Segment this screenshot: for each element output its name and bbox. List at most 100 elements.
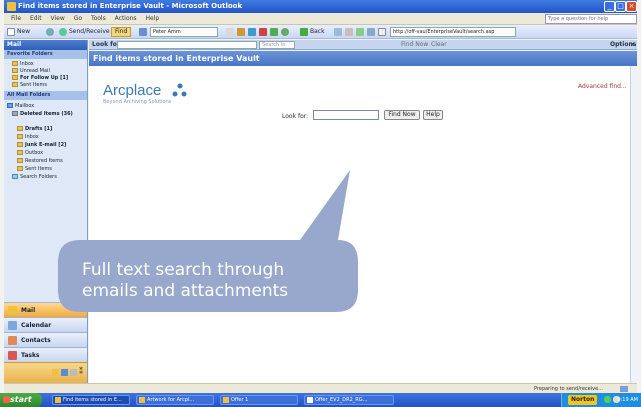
back-arrow-icon[interactable] — [237, 28, 245, 36]
find-look-for-input[interactable] — [117, 41, 257, 49]
folder-list-icon[interactable] — [61, 369, 68, 376]
folder-task-icon — [139, 397, 145, 403]
home-icon[interactable] — [281, 28, 289, 36]
task-outlook[interactable]: Find items stored in E... — [52, 395, 130, 405]
offline-status-icon[interactable] — [620, 386, 628, 392]
menu-actions[interactable]: Actions — [115, 13, 137, 25]
back-button[interactable]: Back — [310, 27, 325, 37]
notes-icon[interactable] — [52, 369, 59, 376]
calendar-icon — [8, 321, 17, 330]
print-icon[interactable] — [46, 28, 54, 36]
help-search-input[interactable]: Type a question for help — [545, 14, 637, 24]
favorite-unread-mail[interactable]: Unread Mail — [12, 68, 50, 74]
find-now-link[interactable]: Find Now — [401, 41, 428, 49]
minimize-button[interactable]: _ — [604, 1, 615, 12]
new-mail-icon — [7, 28, 15, 36]
search-web-icon[interactable] — [378, 28, 386, 36]
folder-label: Sent Items — [20, 82, 47, 88]
menu-edit[interactable]: Edit — [30, 13, 42, 25]
address-book-icon[interactable] — [139, 28, 147, 36]
callout-line: emails and attachments — [82, 281, 289, 301]
menu-bar: File Edit View Go Tools Actions Help — [4, 13, 637, 25]
network-icon[interactable] — [604, 396, 611, 403]
stop-page-icon[interactable] — [345, 28, 353, 36]
find-bar: Look for: Search In Find Now Clear Optio… — [89, 40, 637, 50]
configure-buttons-icon[interactable]: ⁑ — [79, 367, 83, 376]
brand-tagline: Beyond Archiving Solutions — [103, 99, 172, 105]
nav-label: Calendar — [21, 322, 52, 329]
windows-logo-icon — [3, 396, 10, 403]
nav-tasks-button[interactable]: Tasks — [4, 347, 87, 362]
advanced-find-link[interactable]: Advanced find... — [578, 83, 627, 90]
stop-icon[interactable] — [259, 28, 267, 36]
favorite-inbox[interactable]: Inbox — [12, 61, 34, 67]
task-label: Artwork for Arcpl... — [147, 397, 195, 403]
folder-task-icon — [223, 397, 229, 403]
nav-mail-button[interactable]: Mail — [4, 302, 87, 317]
find-now-button[interactable]: Find Now — [384, 110, 420, 120]
favorite-for-follow-up[interactable]: For Follow Up [1] — [12, 75, 68, 81]
shortcuts-icon[interactable] — [70, 369, 77, 376]
clear-link[interactable]: Clear — [431, 41, 447, 49]
folder-label: Inbox — [25, 134, 39, 140]
folder-sent-items[interactable]: Sent Items — [17, 166, 52, 172]
folder-label: Drafts [1] — [25, 126, 53, 132]
refresh-page-icon[interactable] — [356, 28, 364, 36]
close-button[interactable]: × — [626, 1, 637, 12]
close-find-icon[interactable]: × — [630, 41, 635, 49]
send-receive-button[interactable]: Send/Receive — [69, 27, 110, 37]
folder-label: Mailbox — [15, 103, 35, 109]
look-for-input[interactable] — [313, 110, 379, 120]
folder-label: Unread Mail — [20, 68, 50, 74]
favorite-sent-items[interactable]: Sent Items — [12, 82, 47, 88]
outlook-icon — [7, 2, 16, 11]
folder-deleted-items[interactable]: Deleted Items (36) — [12, 111, 73, 117]
task-offer[interactable]: Offer 1 — [220, 395, 298, 405]
contacts-icon — [8, 336, 17, 345]
folder-search-folders[interactable]: Search Folders — [12, 174, 57, 180]
folder-restored-items[interactable]: Restored Items — [17, 158, 63, 164]
menu-file[interactable]: File — [11, 13, 21, 25]
find-button[interactable]: Find — [111, 27, 132, 37]
new-button[interactable]: New — [17, 27, 30, 37]
favorite-folders-header: Favorite Folders — [4, 50, 87, 59]
menu-go[interactable]: Go — [74, 13, 82, 25]
menu-tools[interactable]: Tools — [91, 13, 106, 25]
folder-label: Inbox — [20, 61, 34, 67]
menu-view[interactable]: View — [51, 13, 65, 25]
refresh-icon[interactable] — [270, 28, 278, 36]
address-input[interactable]: http://off-vau/EnterpriseVault/search.as… — [390, 27, 516, 37]
contact-select[interactable]: Peter Amm — [150, 27, 218, 37]
window-title: Find items stored in Enterprise Vault - … — [18, 2, 243, 10]
folder-label: Outbox — [25, 150, 44, 156]
help-icon[interactable] — [226, 28, 234, 36]
search-in-select[interactable]: Search In — [259, 41, 295, 49]
folder-icon — [17, 158, 23, 163]
forward-arrow-icon[interactable] — [248, 28, 256, 36]
folder-outbox[interactable]: Outbox — [17, 150, 43, 156]
folder-label: Restored Items — [25, 158, 63, 164]
vertical-scrollbar[interactable] — [630, 66, 637, 383]
task-artwork[interactable]: Artwork for Arcpl... — [136, 395, 214, 405]
folder-mailbox[interactable]: Mailbox — [7, 103, 34, 109]
task-label: Offer 1 — [231, 397, 249, 403]
folder-label: Search Folders — [20, 174, 57, 180]
folder-icon — [12, 68, 18, 73]
help-button[interactable]: Help — [423, 110, 443, 120]
forward-icon[interactable] — [334, 28, 342, 36]
taskbar: start Find items stored in E... Artwork … — [0, 393, 641, 407]
nav-calendar-button[interactable]: Calendar — [4, 317, 87, 332]
norton-button[interactable]: Norton — [568, 395, 598, 405]
folder-drafts[interactable]: Drafts [1] — [17, 126, 52, 132]
title-bar: Find items stored in Enterprise Vault - … — [4, 0, 637, 13]
maximize-button[interactable]: □ — [615, 1, 626, 12]
pane-header: Mail — [4, 40, 87, 50]
home-page-icon[interactable] — [367, 28, 375, 36]
folder-inbox[interactable]: Inbox — [17, 134, 39, 140]
menu-help[interactable]: Help — [145, 13, 159, 25]
nav-shortcuts-strip: ⁑ — [4, 362, 87, 383]
task-offer-file[interactable]: Offer_EV2_DR2_RG... — [304, 395, 394, 405]
nav-contacts-button[interactable]: Contacts — [4, 332, 87, 347]
folder-junk-email[interactable]: Junk E-mail [2] — [17, 142, 66, 148]
task-label: Find items stored in E... — [63, 397, 122, 403]
